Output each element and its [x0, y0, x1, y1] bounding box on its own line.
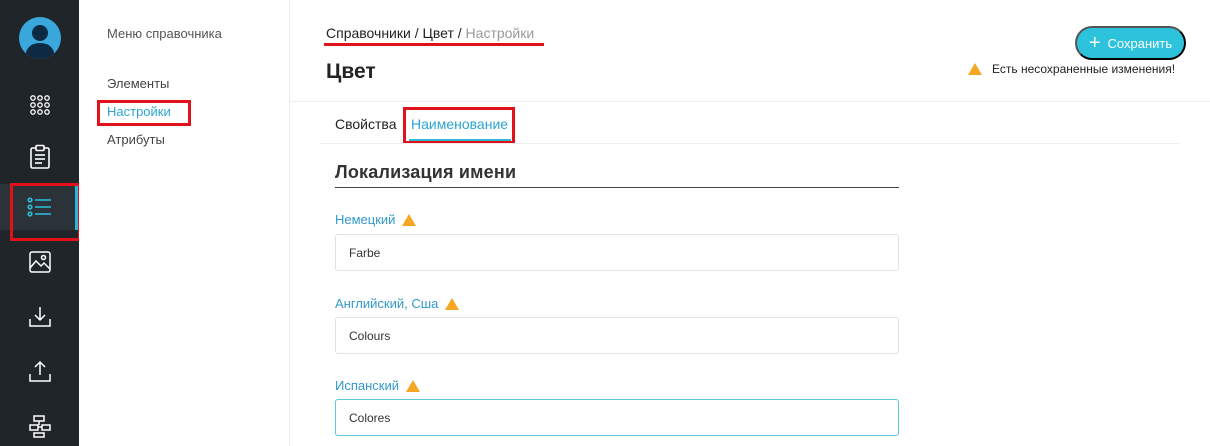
section-title: Локализация имени	[335, 162, 517, 182]
page-title: Цвет	[326, 60, 376, 83]
save-button-label: Сохранить	[1107, 35, 1173, 51]
clipboard-icon	[28, 144, 52, 170]
plus-icon: +	[1088, 32, 1101, 54]
warning-icon	[402, 213, 417, 226]
header-divider	[290, 101, 1210, 102]
rail-item-images[interactable]	[0, 239, 79, 285]
section-divider	[335, 187, 899, 188]
apps-grid-icon	[28, 93, 52, 117]
warning-icon	[445, 297, 460, 310]
rail-item-download[interactable]	[0, 294, 79, 340]
name-field-spanish[interactable]	[335, 399, 899, 436]
active-tab-indicator	[409, 139, 511, 142]
app: Меню справочника Элементы Настройки Атри…	[0, 0, 1210, 446]
submenu-item-settings[interactable]: Настройки	[107, 104, 171, 119]
submenu-item-attributes[interactable]: Атрибуты	[107, 132, 165, 147]
rail-item-structure[interactable]	[0, 403, 79, 446]
upload-icon	[28, 360, 52, 384]
directory-menu: Меню справочника Элементы Настройки Атри…	[79, 0, 290, 446]
sitemap-icon	[28, 414, 52, 438]
tab-properties[interactable]: Свойства	[335, 116, 396, 132]
name-field-english-us[interactable]	[335, 317, 899, 354]
breadcrumb-directories[interactable]: Справочники	[326, 25, 411, 41]
download-icon	[28, 305, 52, 329]
list-icon	[26, 195, 53, 219]
icon-rail	[0, 0, 81, 446]
warning-icon	[406, 379, 421, 392]
field-label-text: Немецкий	[335, 212, 396, 227]
breadcrumb: Справочники / Цвет / Настройки	[326, 25, 534, 41]
image-icon	[28, 250, 52, 274]
directory-menu-title: Меню справочника	[107, 26, 222, 41]
breadcrumb-separator: /	[457, 25, 462, 41]
field-label-text: Испанский	[335, 378, 400, 393]
breadcrumb-current: Настройки	[465, 25, 535, 41]
rail-item-clipboard[interactable]	[0, 134, 79, 180]
rail-item-apps[interactable]	[0, 82, 79, 128]
submenu-item-elements[interactable]: Элементы	[107, 76, 169, 91]
warning-icon	[968, 63, 982, 75]
field-label-text: Английский, Сша	[335, 296, 439, 311]
rail-item-list[interactable]	[0, 184, 79, 230]
field-label-german: Немецкий	[335, 212, 417, 227]
field-label-spanish: Испанский	[335, 378, 421, 393]
name-field-german[interactable]	[335, 234, 899, 271]
tabs-divider	[320, 143, 1180, 144]
rail-item-upload[interactable]	[0, 349, 79, 395]
highlight-breadcrumb-underline	[324, 43, 544, 46]
save-button[interactable]: + Сохранить	[1075, 26, 1186, 60]
tab-naming[interactable]: Наименование	[411, 116, 508, 132]
avatar[interactable]	[19, 17, 61, 59]
unsaved-changes-text: Есть несохраненные изменения!	[992, 62, 1176, 76]
field-label-english-us: Английский, Сша	[335, 296, 460, 311]
breadcrumb-color[interactable]: Цвет	[423, 25, 454, 41]
breadcrumb-separator: /	[414, 25, 419, 41]
unsaved-changes-notice: Есть несохраненные изменения!	[968, 62, 1175, 76]
user-silhouette-icon	[25, 25, 55, 59]
